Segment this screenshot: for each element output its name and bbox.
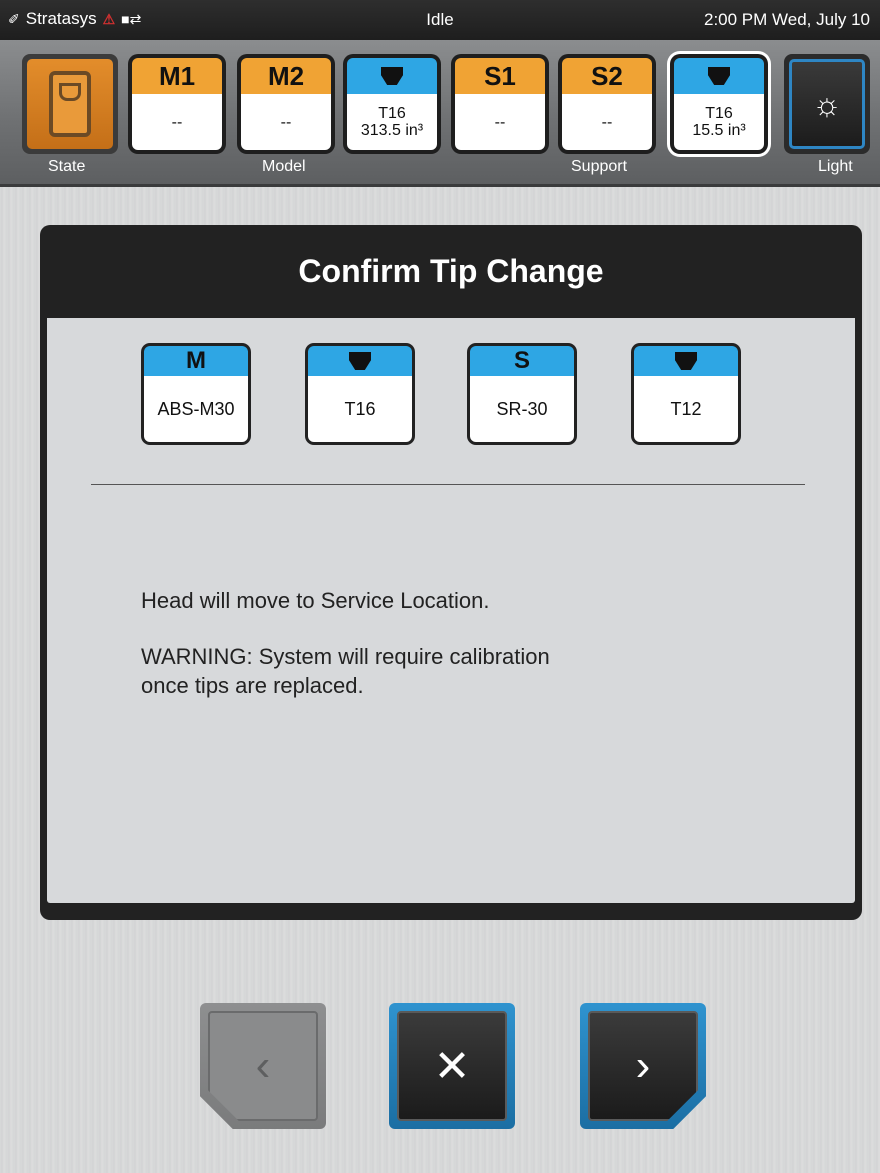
- card-header: [634, 346, 738, 376]
- card-value: T16: [308, 376, 412, 442]
- bay-header: M2: [241, 58, 331, 94]
- next-button-face: ›: [588, 1011, 698, 1121]
- bay-support-tip[interactable]: T16 15.5 in³: [670, 54, 768, 154]
- bay-header: [347, 58, 437, 94]
- card-header: [308, 346, 412, 376]
- cancel-button-face: ✕: [397, 1011, 507, 1121]
- state-button[interactable]: [22, 54, 118, 154]
- chevron-left-icon: ‹: [255, 1041, 271, 1090]
- back-button-face: ‹: [208, 1011, 318, 1121]
- tip-icon: [381, 67, 403, 85]
- tip-volume: 15.5 in³: [692, 122, 746, 139]
- support-label: Support: [571, 158, 628, 175]
- chevron-right-icon: ›: [635, 1041, 651, 1090]
- card-header: M: [144, 346, 248, 376]
- warning-line-2: once tips are replaced.: [141, 673, 364, 698]
- service-location-message: Head will move to Service Location.: [141, 588, 490, 613]
- light-label: Light: [818, 158, 853, 175]
- bay-s1[interactable]: S1 --: [451, 54, 549, 154]
- card-header: S: [470, 346, 574, 376]
- tip-icon: [349, 352, 371, 370]
- bay-m1[interactable]: M1 --: [128, 54, 226, 154]
- lightbulb-icon: ☼: [812, 85, 842, 122]
- model-label: Model: [262, 158, 306, 175]
- state-button-face: [27, 59, 113, 149]
- tip-volume: 313.5 in³: [360, 122, 424, 139]
- material-card-support: S SR-30: [467, 343, 577, 445]
- tip-card-model: T16: [305, 343, 415, 445]
- bay-model-tip[interactable]: T16 313.5 in³: [343, 54, 441, 154]
- card-value: T12: [634, 376, 738, 442]
- bay-m2[interactable]: M2 --: [237, 54, 335, 154]
- warning-line-1: WARNING: System will require calibration: [141, 644, 550, 669]
- tip-icon: [675, 352, 697, 370]
- cancel-button[interactable]: ✕: [389, 1003, 515, 1129]
- card-value: SR-30: [470, 376, 574, 442]
- material-card-model: M ABS-M30: [141, 343, 251, 445]
- bay-header: S1: [455, 58, 545, 94]
- close-icon: ✕: [433, 1041, 471, 1091]
- divider: [91, 484, 805, 485]
- confirm-tip-change-dialog: Confirm Tip Change M ABS-M30 T16 S SR-30…: [40, 225, 862, 920]
- card-value: ABS-M30: [144, 376, 248, 442]
- bay-value: --: [455, 94, 545, 150]
- tip-type: T16: [705, 105, 733, 122]
- datetime-text: 2:00 PM Wed, July 10: [704, 10, 870, 29]
- bay-value: --: [132, 94, 222, 150]
- light-button[interactable]: ☼: [784, 54, 870, 154]
- bay-header: M1: [132, 58, 222, 94]
- bay-value: T16 15.5 in³: [674, 94, 764, 150]
- printer-icon: [49, 71, 91, 137]
- status-bar: ✐ Stratasys ⚠ ■⇄ Idle 2:00 PM Wed, July …: [0, 0, 880, 40]
- light-button-face: ☼: [789, 59, 865, 149]
- next-button[interactable]: ›: [580, 1003, 706, 1129]
- tip-card-support: T12: [631, 343, 741, 445]
- bay-header: [674, 58, 764, 94]
- back-button[interactable]: ‹: [200, 1003, 326, 1129]
- state-label: State: [48, 158, 86, 175]
- tip-icon: [708, 67, 730, 85]
- bay-value: T16 313.5 in³: [347, 94, 437, 150]
- tip-type: T16: [378, 105, 406, 122]
- dialog-title: Confirm Tip Change: [298, 253, 604, 289]
- dialog-content: M ABS-M30 T16 S SR-30 T12 Head will move…: [47, 318, 855, 903]
- bay-header: S2: [562, 58, 652, 94]
- bay-value: --: [562, 94, 652, 150]
- toolbar: M1 -- M2 -- T16 313.5 in³ S1 -- S2 -- T1…: [0, 40, 880, 187]
- bay-value: --: [241, 94, 331, 150]
- bay-s2[interactable]: S2 --: [558, 54, 656, 154]
